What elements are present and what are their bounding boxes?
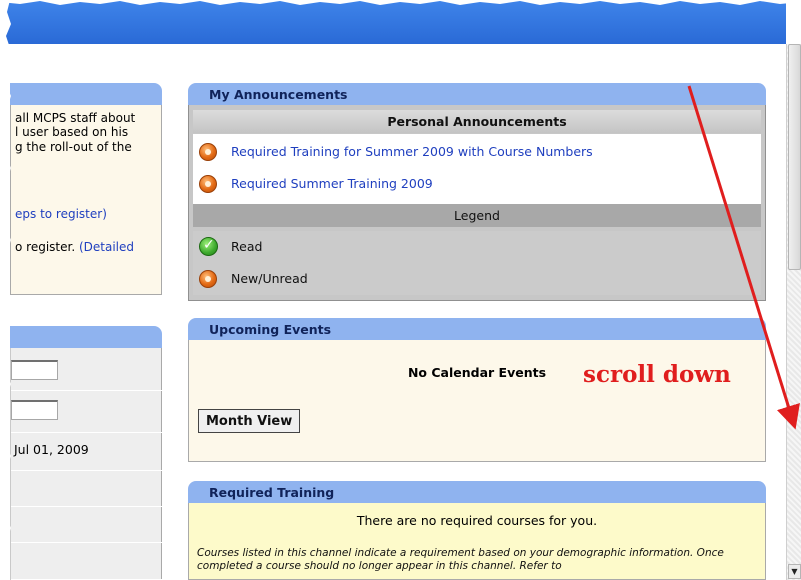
form-row — [11, 471, 162, 507]
register-steps-link[interactable]: eps to register) — [15, 206, 107, 222]
scrollbar-thumb[interactable] — [788, 44, 801, 270]
legend-label: Read — [231, 239, 263, 254]
left-panel-2-header — [10, 326, 162, 348]
legend-item: Read — [193, 231, 761, 263]
torn-top-edge — [0, 0, 801, 5]
text-input[interactable] — [11, 400, 58, 420]
no-required-courses-text: There are no required courses for you. — [356, 513, 598, 528]
new-unread-icon — [199, 270, 217, 288]
left-panel-2-body: Jul 01, 2009 — [10, 348, 162, 580]
detailed-link[interactable]: (Detailed — [79, 240, 134, 254]
text-input[interactable] — [11, 360, 58, 380]
required-training-note: Courses listed in this channel indicate … — [197, 547, 724, 572]
form-row: Jul 01, 2009 — [11, 433, 162, 471]
form-row — [11, 543, 162, 580]
legend-item: New/Unread — [193, 263, 761, 295]
vertical-scrollbar[interactable]: ▼ — [786, 44, 801, 580]
month-view-button[interactable]: Month View — [198, 409, 301, 433]
scroll-down-annotation: scroll down — [583, 361, 731, 388]
announcement-item[interactable]: Required Summer Training 2009 — [193, 168, 761, 200]
events-header: Upcoming Events — [188, 318, 766, 340]
torn-left-edge — [0, 0, 11, 580]
page: all MCPS staff about l user based on his… — [0, 0, 801, 580]
new-unread-icon — [199, 143, 217, 161]
announcement-link[interactable]: Required Training for Summer 2009 with C… — [231, 144, 593, 159]
read-check-icon — [199, 237, 218, 256]
announcement-link[interactable]: Required Summer Training 2009 — [231, 176, 433, 191]
announcement-list: Required Training for Summer 2009 with C… — [193, 134, 761, 204]
announcement-item[interactable]: Required Training for Summer 2009 with C… — [193, 136, 761, 168]
scroll-down-arrow-icon[interactable]: ▼ — [788, 564, 801, 579]
announcements-header: My Announcements — [188, 83, 766, 105]
events-panel: No Calendar Events Month View — [188, 340, 766, 462]
legend-header: Legend — [193, 204, 761, 227]
legend-label: New/Unread — [231, 271, 308, 286]
left-panel-text-line: l user based on his — [15, 125, 129, 139]
form-row — [11, 391, 162, 433]
new-unread-icon — [199, 175, 217, 193]
form-row — [11, 348, 162, 391]
left-panel-text-line: o register. (Detailed — [15, 239, 134, 255]
required-training-panel: There are no required courses for you. C… — [188, 503, 766, 580]
register-text: o register. — [15, 240, 76, 254]
left-panel-body: all MCPS staff about l user based on his… — [10, 105, 162, 295]
personal-announcements-header: Personal Announcements — [193, 110, 761, 133]
left-panel-text-line: g the roll-out of the — [15, 140, 132, 154]
form-row — [11, 507, 162, 543]
required-training-header: Required Training — [188, 481, 766, 503]
left-panel-header — [10, 83, 162, 105]
announcements-panel: Personal Announcements Required Training… — [188, 105, 766, 301]
date-value: Jul 01, 2009 — [14, 442, 89, 457]
